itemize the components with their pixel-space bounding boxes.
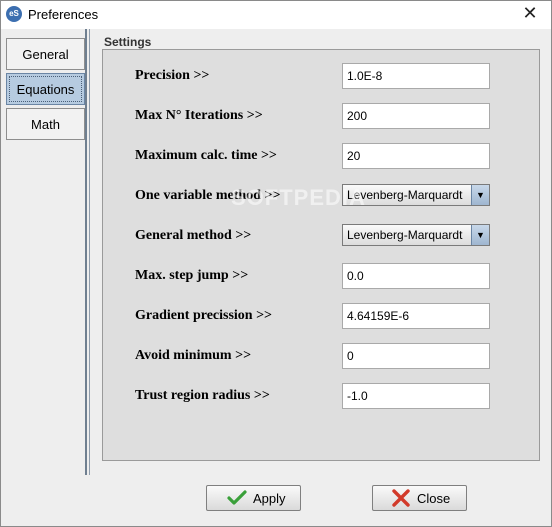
chevron-down-icon[interactable]: ▼ (471, 185, 489, 205)
precision-label: Precision >> (135, 68, 210, 83)
tab-divider (85, 29, 87, 475)
apply-button-label: Apply (253, 491, 286, 506)
tab-equations[interactable]: Equations (6, 73, 85, 105)
apply-button[interactable]: Apply (206, 485, 301, 511)
max-iterations-label: Max N° Iterations >> (135, 108, 263, 123)
tab-equations-label: Equations (16, 82, 75, 97)
settings-group-label: Settings (104, 35, 152, 49)
close-window-icon[interactable]: ✕ (521, 4, 539, 22)
general-method-label: General method >> (135, 228, 252, 243)
precision-input[interactable]: 1.0E-8 (342, 63, 490, 89)
max-step-jump-label: Max. step jump >> (135, 268, 249, 283)
trust-region-radius-input[interactable]: -1.0 (342, 383, 490, 409)
one-variable-method-select[interactable]: Levenberg-Marquardt ▼ (342, 184, 490, 206)
avoid-minimum-label: Avoid minimum >> (135, 348, 252, 363)
gradient-precision-input[interactable]: 4.64159E-6 (342, 303, 490, 329)
trust-region-radius-label: Trust region radius >> (135, 388, 270, 403)
dialog-content: General Equations Math Settings Precisio… (1, 29, 551, 526)
tab-general-label: General (22, 47, 69, 62)
one-variable-method-value: Levenberg-Marquardt (347, 188, 463, 202)
max-iterations-input[interactable]: 200 (342, 103, 490, 129)
chevron-down-icon[interactable]: ▼ (471, 225, 489, 245)
close-button[interactable]: Close (372, 485, 467, 511)
gradient-precision-label: Gradient precission >> (135, 308, 273, 323)
tab-math[interactable]: Math (6, 108, 85, 140)
max-calc-time-label: Maximum calc. time >> (135, 148, 277, 163)
general-method-value: Levenberg-Marquardt (347, 228, 463, 242)
close-x-icon (392, 489, 410, 507)
window-title: Preferences (28, 7, 99, 22)
close-button-label: Close (417, 491, 451, 506)
max-step-jump-input[interactable]: 0.0 (342, 263, 490, 289)
tab-divider-inner (89, 29, 90, 475)
max-calc-time-input[interactable]: 20 (342, 143, 490, 169)
avoid-minimum-input[interactable]: 0 (342, 343, 490, 369)
tab-general[interactable]: General (6, 38, 85, 70)
preferences-window: eS Preferences ✕ General Equations Math … (0, 0, 552, 527)
general-method-select[interactable]: Levenberg-Marquardt ▼ (342, 224, 490, 246)
one-variable-method-label: One variable method >> (135, 188, 281, 203)
tab-math-label: Math (31, 117, 60, 132)
app-icon: eS (6, 6, 22, 22)
checkmark-icon (227, 490, 247, 505)
title-bar: eS Preferences ✕ (1, 1, 551, 29)
